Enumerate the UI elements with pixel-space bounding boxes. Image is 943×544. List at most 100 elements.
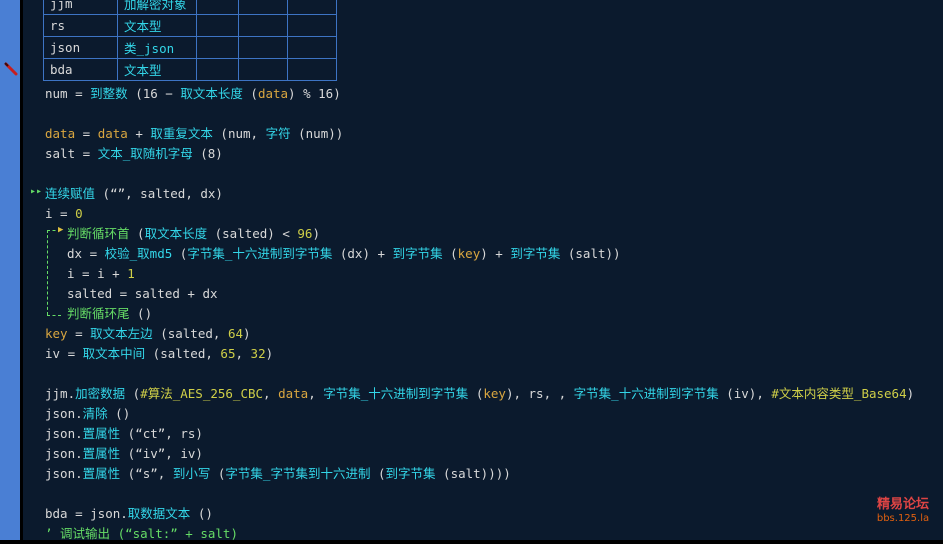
code-token: ) [265,346,274,361]
var-array-cell[interactable] [238,58,288,81]
watermark-title: 精易论坛 [876,497,929,512]
code-token: () [129,306,153,321]
code-token: 字节集_十六进制到字节集 [323,386,469,401]
variable-table: jjm 加解密对象 rs 文本型 json 类_json bda 文本型 [43,0,337,81]
code-token: (“ct”, rs) [120,426,203,441]
code-line-json-s[interactable]: json.置属性 (“s”, 到小写 (字节集_字节集到十六进制 (到字节集 (… [45,464,511,484]
code-token: 置属性 [82,466,121,481]
code-token: ) + [480,246,511,261]
code-token: (dx) + [332,246,393,261]
code-line-data[interactable]: data = data + 取重复文本 (num, 字符 (num)) [45,124,343,144]
code-token: 字节集_十六进制到字节集 [187,246,333,261]
var-array-cell[interactable] [238,36,288,59]
code-token: json. [45,446,83,461]
code-token: jjm. [45,386,76,401]
code-line-json-iv[interactable]: json.置属性 (“iv”, iv) [45,444,203,464]
code-token: json. [45,406,83,421]
var-type-cell[interactable]: 文本型 [117,14,197,37]
code-token: 到小写 [172,466,211,481]
code-line-num[interactable]: num = 到整数 (16 − 取文本长度 (data) % 16) [45,84,341,104]
code-token: 文本_取随机字母 [97,146,193,161]
code-token: , [235,346,251,361]
code-token: 判断循环尾 [67,306,130,321]
breakpoint-icon[interactable] [2,62,20,76]
var-array-cell[interactable] [238,14,288,37]
code-line-encrypt[interactable]: jjm.加密数据 (#算法_AES_256_CBC, data, 字节集_十六进… [45,384,914,404]
loop-guide-line [47,230,48,315]
var-static-cell[interactable] [196,36,239,59]
code-line-dx[interactable]: dx = 校验_取md5 (字节集_十六进制到字节集 (dx) + 到字节集 (… [67,244,621,264]
code-token: 到字节集 [510,246,561,261]
code-token: ) % 16) [288,86,341,101]
code-line-key[interactable]: key = 取文本左边 (salted, 64) [45,324,251,344]
code-token: 判断循环首 [67,226,130,241]
code-token: key [45,326,68,341]
code-token: ) [312,226,320,241]
code-token: bda = json. [45,506,128,521]
var-name-cell[interactable]: jjm [43,0,118,15]
code-line-bda[interactable]: bda = json.取数据文本 () [45,504,213,524]
code-token: json. [45,466,83,481]
code-token: 到字节集 [392,246,443,261]
var-remark-cell[interactable] [287,36,337,59]
code-line-debug-comment[interactable]: ’ 调试输出 (“salt:” + salt) [45,524,238,544]
code-line-salt[interactable]: salt = 文本_取随机字母 (8) [45,144,223,164]
code-token: 取文本长度 [144,226,208,241]
code-token: 加密数据 [75,386,126,401]
code-line-assign[interactable]: 连续赋值 (“”, salted, dx) [45,184,223,204]
code-token: salted = salted + dx [67,286,218,301]
code-token: ( [370,466,386,481]
code-line-increment[interactable]: i = i + 1 [67,264,135,284]
var-type-cell[interactable]: 加解密对象 [117,0,197,15]
var-name-cell[interactable]: bda [43,58,118,81]
code-line-salted[interactable]: salted = salted + dx [67,284,218,304]
table-row[interactable]: rs 文本型 [43,14,337,37]
table-row[interactable]: bda 文本型 [43,58,337,81]
var-type-cell[interactable]: 文本型 [117,58,197,81]
code-token: 取文本左边 [90,326,153,341]
code-token: ) [243,326,251,341]
var-name-cell[interactable]: json [43,36,118,59]
code-token: key [483,386,506,401]
var-remark-cell[interactable] [287,58,337,81]
var-type-cell[interactable]: 类_json [117,36,197,59]
code-token: i = i + [67,266,128,281]
code-token: , [263,386,279,401]
code-token: (salted) < [207,226,298,241]
var-remark-cell[interactable] [287,14,337,37]
code-token: 1 [127,266,135,281]
var-static-cell[interactable] [196,14,239,37]
var-static-cell[interactable] [196,0,239,15]
var-array-cell[interactable] [238,0,288,15]
var-remark-cell[interactable] [287,0,337,15]
table-row[interactable]: json 类_json [43,36,337,59]
loop-guide-bottom [47,315,61,316]
code-line-json-ct[interactable]: json.置属性 (“ct”, rs) [45,424,203,444]
code-token: data [257,86,289,101]
code-line-loop-end[interactable]: 判断循环尾 () [67,304,152,324]
code-line-json-clear[interactable]: json.清除 () [45,404,130,424]
code-token: 64 [227,326,243,341]
code-token: 取重复文本 [150,126,213,141]
code-line-i-init[interactable]: i = 0 [45,204,83,224]
code-token: (8) [192,146,223,161]
code-line-iv[interactable]: iv = 取文本中间 (salted, 65, 32) [45,344,273,364]
code-token: ( [442,246,458,261]
code-token: #文本内容类型_Base64 [771,386,907,401]
watermark-url: bbs.125.la [876,513,930,524]
code-token: (salt)) [560,246,621,261]
code-token: ) [906,386,915,401]
table-row[interactable]: jjm 加解密对象 [43,0,337,15]
code-token: + [127,126,151,141]
var-name-cell[interactable]: rs [43,14,118,37]
code-token: (salt)))) [435,466,511,481]
code-line-loop-start[interactable]: 判断循环首 (取文本长度 (salted) < 96) [67,224,320,244]
forum-watermark: 精易论坛 bbs.125.la [868,498,938,526]
code-token: (num)) [290,126,344,141]
code-token: 到字节集 [385,466,436,481]
code-token: 65 [220,346,236,361]
code-token: 字符 [265,126,291,141]
code-token: (16 − [127,86,181,101]
code-token: () [107,406,131,421]
var-static-cell[interactable] [196,58,239,81]
